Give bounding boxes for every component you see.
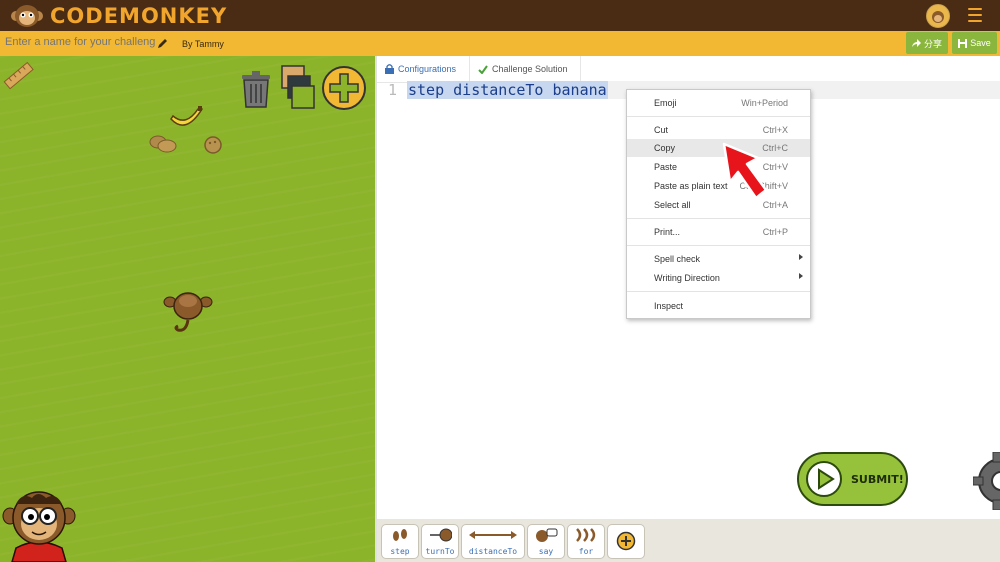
pencil-icon[interactable] <box>157 38 168 49</box>
codemonkey-logo[interactable]: CODEMONKEY <box>10 3 227 28</box>
submenu-arrow-icon <box>799 254 803 260</box>
tab-configurations-label: Configurations <box>398 64 457 74</box>
save-button[interactable]: Save <box>952 32 997 54</box>
floppy-disk-icon <box>958 38 968 48</box>
block-turnto-label: turnTo <box>425 547 455 556</box>
loop-icon <box>576 528 596 542</box>
logo-text: CODEMONKEY <box>50 3 228 28</box>
footprints-icon <box>393 529 407 541</box>
tab-challenge-solution[interactable]: Challenge Solution <box>478 56 568 82</box>
menu-item-spell-check[interactable]: Spell check <box>627 250 810 268</box>
tab-configurations[interactable]: Configurations <box>385 56 456 82</box>
monkey-avatar-icon <box>928 6 948 26</box>
context-menu: Emoji Win+Period Cut Ctrl+X Copy Ctrl+C Pas… <box>626 89 811 319</box>
share-label: 分享 <box>923 38 942 49</box>
ruler-icon[interactable] <box>2 59 36 93</box>
block-distanceto-label: distanceTo <box>468 547 518 556</box>
save-label: Save <box>970 38 991 48</box>
share-button[interactable]: 分享 <box>906 32 948 54</box>
block-step-label: step <box>390 547 410 556</box>
menu-item-emoji[interactable]: Emoji Win+Period <box>627 94 810 112</box>
monkey-character-icon[interactable] <box>160 286 216 336</box>
challenge-name-input[interactable] <box>5 36 155 48</box>
menu-item-inspect[interactable]: Inspect <box>627 297 810 315</box>
hamburger-menu-icon[interactable] <box>968 8 982 22</box>
block-for[interactable]: for <box>567 524 605 559</box>
small-coconut-icon[interactable] <box>202 134 224 156</box>
gear-icon[interactable] <box>973 452 1000 510</box>
distance-arrow-icon <box>469 531 517 539</box>
menu-item-writing-direction[interactable]: Writing Direction <box>627 269 810 287</box>
plus-circle-icon <box>616 531 636 551</box>
submit-button[interactable]: SUBMIT! <box>797 452 908 506</box>
layers-icon[interactable] <box>280 64 316 110</box>
line-number: 1 <box>388 81 398 99</box>
add-block-button[interactable] <box>607 524 645 559</box>
trash-icon[interactable] <box>240 70 272 108</box>
tab-challenge-solution-label: Challenge Solution <box>492 64 568 74</box>
menu-item-cut[interactable]: Cut Ctrl+X <box>627 121 810 139</box>
banana-icon[interactable] <box>168 105 206 133</box>
command-blocks-bar: step turnTo distanceTo say for <box>377 519 1000 562</box>
guide-monkey-icon <box>2 491 76 562</box>
lock-icon <box>385 64 394 74</box>
author-label: By Tammy <box>182 39 224 49</box>
checkmark-icon <box>478 64 488 74</box>
block-distanceto[interactable]: distanceTo <box>461 524 525 559</box>
add-object-icon[interactable] <box>321 65 367 111</box>
turn-icon <box>430 528 452 542</box>
top-bar: CODEMONKEY <box>0 0 1000 31</box>
coconut-icon[interactable] <box>147 134 179 156</box>
block-turnto[interactable]: turnTo <box>421 524 459 559</box>
challenge-name-bar: By Tammy <box>0 31 1000 57</box>
monkey-logo-icon <box>11 4 43 27</box>
block-say[interactable]: say <box>527 524 565 559</box>
menu-item-print[interactable]: Print... Ctrl+P <box>627 223 810 241</box>
pointer-arrow-icon <box>722 142 768 200</box>
submenu-arrow-icon <box>799 273 803 279</box>
game-canvas[interactable] <box>0 56 375 562</box>
block-step[interactable]: step <box>381 524 419 559</box>
submit-label: SUBMIT! <box>851 473 904 486</box>
block-for-label: for <box>578 547 594 556</box>
editor-tabs: Configurations Challenge Solution <box>377 56 1000 83</box>
share-arrow-icon <box>911 39 921 47</box>
play-icon <box>806 461 842 497</box>
block-say-label: say <box>538 547 554 556</box>
speech-bubble-icon <box>536 528 558 542</box>
user-avatar[interactable] <box>926 4 950 28</box>
code-line[interactable]: step distanceTo banana <box>407 81 608 99</box>
